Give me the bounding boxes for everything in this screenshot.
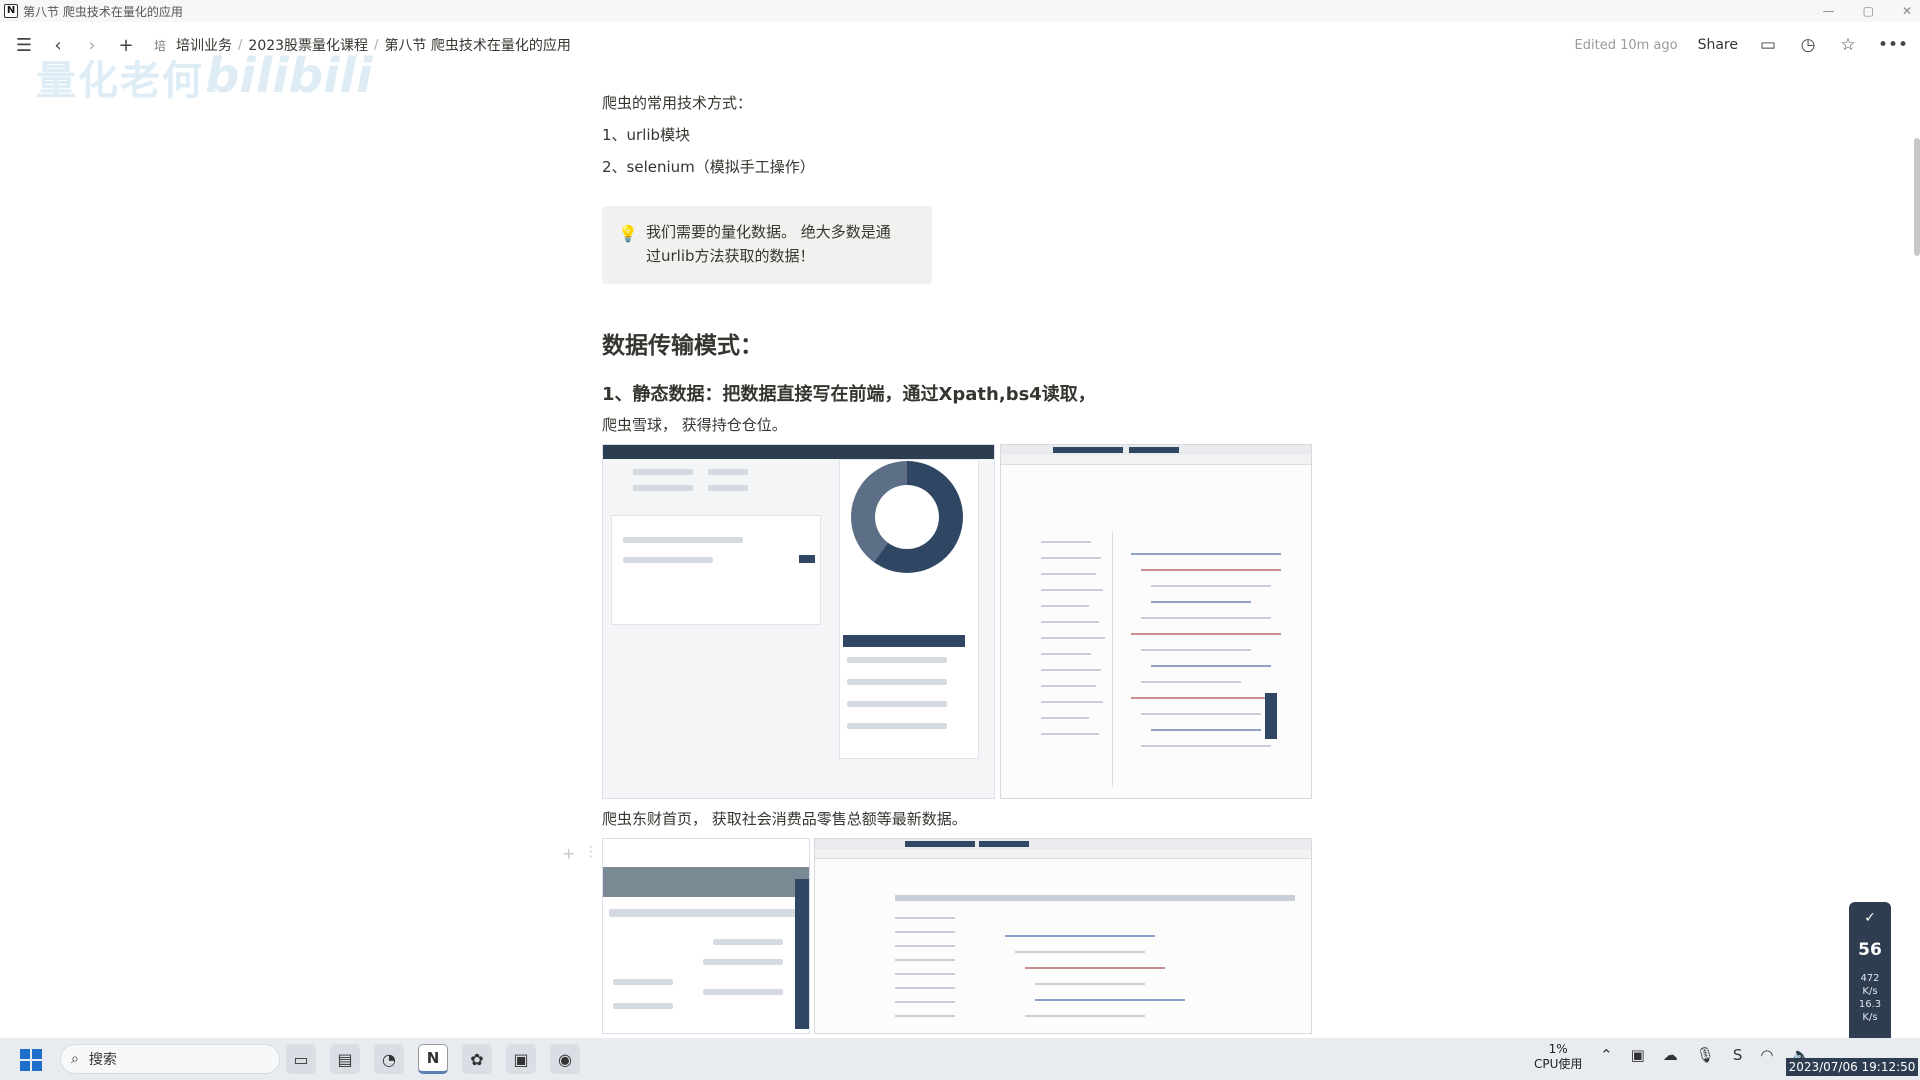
breadcrumb: 培 培训业务 / 2023股票量化课程 / 第八节 爬虫技术在量化的应用 xyxy=(154,35,577,55)
star-icon[interactable]: ☆ xyxy=(1838,35,1858,55)
minimize-button[interactable]: — xyxy=(1823,4,1835,18)
notion-icon[interactable]: N xyxy=(418,1044,448,1074)
search-icon: ⌕ xyxy=(71,1051,79,1067)
heading-static-data: 1、静态数据：把数据直接写在前端，通过Xpath,bs4读取， xyxy=(602,384,1096,405)
microphone-icon[interactable]: 🎙 xyxy=(1696,1046,1715,1064)
breadcrumb-item-page[interactable]: 第八节 爬虫技术在量化的应用 xyxy=(378,35,576,55)
app-icon[interactable]: ◔ xyxy=(374,1044,404,1074)
download-speed: 16.3 xyxy=(1858,999,1882,1010)
list-item: 2、selenium（模拟手工操作） xyxy=(602,158,815,176)
menu-icon[interactable]: ☰ xyxy=(14,35,34,56)
wifi-icon[interactable]: ◠ xyxy=(1760,1046,1773,1064)
tray-app-icon[interactable]: ☁ xyxy=(1663,1046,1678,1064)
scrollbar-thumb[interactable] xyxy=(1914,138,1920,256)
tray-app-icon[interactable]: ▣ xyxy=(1631,1046,1645,1064)
window-titlebar: N 第八节 爬虫技术在量化的应用 — ▢ ✕ xyxy=(0,0,1920,22)
back-icon[interactable]: ‹ xyxy=(48,35,68,56)
download-unit: K/s xyxy=(1862,1012,1878,1023)
taskbar-clock[interactable]: 2023/07/06 19:12:50 xyxy=(1786,1058,1918,1076)
callout-block: 💡 我们需要的量化数据。 绝大多数是通 过urlib方法获取的数据！ xyxy=(602,206,932,284)
comment-icon[interactable]: ▭ xyxy=(1758,35,1778,55)
edited-status: Edited 10m ago xyxy=(1574,37,1678,53)
notion-app-icon: N xyxy=(4,4,18,18)
forward-icon[interactable]: › xyxy=(82,35,102,56)
taskview-icon[interactable]: ▭ xyxy=(286,1044,316,1074)
page-content: 爬虫的常用技术方式： 1、urlib模块 2、selenium（模拟手工操作） xyxy=(602,92,1312,178)
start-button[interactable] xyxy=(20,1049,42,1071)
screenshot-eastmoney-page xyxy=(602,838,810,1034)
add-block-icon[interactable]: + xyxy=(562,844,575,863)
chevron-up-icon[interactable]: ⌃ xyxy=(1600,1046,1613,1064)
breadcrumb-item-course[interactable]: 2023股票量化课程 xyxy=(242,35,374,55)
cpu-value: 1% xyxy=(1548,1042,1568,1056)
taskbar-search[interactable]: ⌕ 搜索 xyxy=(60,1044,280,1074)
more-icon[interactable]: ••• xyxy=(1878,35,1908,55)
taskbar-apps: ▭ ▤ ◔ N ✿ ▣ ◉ xyxy=(286,1044,580,1074)
network-speed-widget[interactable]: ✓ 56 472 K/s 16.3 K/s xyxy=(1849,902,1891,1050)
close-button[interactable]: ✕ xyxy=(1902,4,1912,18)
crumb-page-icon: 培 xyxy=(154,38,167,53)
chrome-icon[interactable]: ◉ xyxy=(550,1044,580,1074)
callout-text-line: 过urlib方法获取的数据！ xyxy=(646,247,815,265)
text-lead: 爬虫的常用技术方式： xyxy=(602,94,753,112)
history-icon[interactable]: ◷ xyxy=(1798,35,1818,55)
search-placeholder: 搜索 xyxy=(88,1052,117,1068)
maximize-button[interactable]: ▢ xyxy=(1863,4,1874,18)
windows-taskbar: ⌕ 搜索 ▭ ▤ ◔ N ✿ ▣ ◉ 1% CPU使用 ⌃ ▣ ☁ 🎙 S ◠ … xyxy=(0,1038,1920,1080)
heading-transfer-mode: 数据传输模式： xyxy=(602,333,763,359)
window-controls: — ▢ ✕ xyxy=(1823,0,1912,22)
screenshot-devtools-2 xyxy=(814,838,1312,1034)
upload-unit: K/s xyxy=(1862,986,1878,997)
list-item: 1、urlib模块 xyxy=(602,126,691,144)
caption-xueqiu: 爬虫雪球， 获得持仓仓位。 xyxy=(602,416,787,434)
chat-icon[interactable]: ✿ xyxy=(462,1044,492,1074)
donut-chart xyxy=(851,461,963,573)
plus-icon[interactable]: + xyxy=(116,35,136,56)
speed-value: 56 xyxy=(1858,940,1882,960)
lightbulb-icon: 💡 xyxy=(618,224,638,243)
upload-speed: 472 xyxy=(1860,973,1880,984)
breadcrumb-item-training[interactable]: 培训业务 xyxy=(170,35,238,55)
screenshot-devtools xyxy=(1000,444,1312,799)
input-method-icon[interactable]: S xyxy=(1733,1046,1743,1064)
cpu-label: CPU使用 xyxy=(1534,1057,1583,1071)
callout-text-line: 我们需要的量化数据。 绝大多数是通 xyxy=(646,223,891,241)
caption-eastmoney: 爬虫东财首页， 获取社会消费品零售总额等最新数据。 xyxy=(602,810,967,828)
file-explorer-icon[interactable]: ▤ xyxy=(330,1044,360,1074)
system-tray: ⌃ ▣ ☁ 🎙 S ◠ 🔈 xyxy=(1600,1046,1810,1064)
media-icon[interactable]: ▣ xyxy=(506,1044,536,1074)
screenshot-xueqiu-page xyxy=(602,444,995,799)
share-button[interactable]: Share xyxy=(1698,37,1738,53)
top-navigation: ☰ ‹ › + 培 培训业务 / 2023股票量化课程 / 第八节 爬虫技术在量… xyxy=(0,30,1920,60)
checkmark-icon: ✓ xyxy=(1864,910,1876,926)
cpu-meter[interactable]: 1% CPU使用 xyxy=(1534,1042,1582,1072)
window-title: 第八节 爬虫技术在量化的应用 xyxy=(23,4,183,19)
